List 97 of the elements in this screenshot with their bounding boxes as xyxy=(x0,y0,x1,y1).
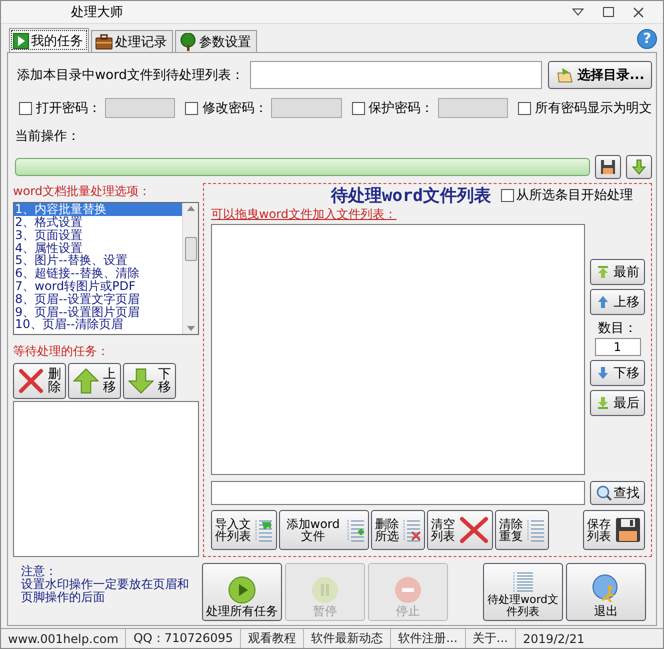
list-item[interactable]: 6、超链接--替换、清除 xyxy=(14,267,182,280)
action-button[interactable]: 添加word文件 xyxy=(279,510,369,550)
options-label: word文档批量处理选项： xyxy=(13,183,152,200)
password-label: 保护密码： xyxy=(368,100,434,118)
task-button[interactable]: 删除 xyxy=(13,363,66,400)
tab[interactable]: 我的任务 xyxy=(9,28,89,52)
run-button[interactable]: 待处理word文件列表 xyxy=(483,563,563,622)
password-field[interactable] xyxy=(438,98,508,118)
up-arrow-icon xyxy=(73,368,99,394)
select-directory-button[interactable]: 选择目录... xyxy=(548,61,652,90)
checkbox[interactable] xyxy=(19,102,32,115)
stop-icon xyxy=(394,576,422,604)
list-item[interactable]: 7、word转图片或PDF xyxy=(14,280,182,293)
list-item[interactable]: 9、页眉--设置图片页眉 xyxy=(14,306,182,318)
password-label: 修改密码： xyxy=(202,100,268,118)
run-button: 停止 xyxy=(368,563,448,622)
list-cross-icon xyxy=(403,517,421,544)
current-operation-label: 当前操作： xyxy=(15,128,81,146)
list-item[interactable]: 1、内容批量替换 xyxy=(14,203,182,216)
directory-field[interactable] xyxy=(250,61,542,90)
list-item[interactable]: 5、图片--替换、设置 xyxy=(14,254,182,268)
pause-icon xyxy=(311,576,339,604)
list-arrow-icon xyxy=(255,517,273,544)
move-button[interactable]: 下移 xyxy=(590,360,645,386)
list-item[interactable]: 4、属性设置 xyxy=(14,242,182,254)
directory-label: 添加本目录中word文件到待处理列表： xyxy=(17,67,244,84)
list-icon xyxy=(527,517,545,544)
scroll-down-icon xyxy=(186,326,194,332)
cross-icon xyxy=(18,368,44,394)
window-title: 处理大师 xyxy=(71,4,124,22)
password-label: 打开密码： xyxy=(36,100,101,118)
tab[interactable]: 参数设置 xyxy=(175,30,257,52)
action-button[interactable]: 保存列表 xyxy=(583,510,645,550)
status-text: 软件最新动态 xyxy=(304,629,392,648)
run-button[interactable]: 退出 xyxy=(566,563,646,622)
show-plain-label: 所有密码显示为明文 xyxy=(534,100,652,118)
play-icon xyxy=(228,576,256,604)
list-item[interactable]: 2、格式设置 xyxy=(14,216,182,229)
status-text: www.001help.com xyxy=(1,629,126,648)
checkbox[interactable] xyxy=(500,188,514,202)
status-text: QQ：710726095 xyxy=(126,629,242,648)
top-arrow-icon xyxy=(596,265,610,280)
tree-icon xyxy=(179,32,197,51)
checkbox[interactable] xyxy=(185,102,198,115)
status-text: 软件注册... xyxy=(391,629,466,648)
task-button[interactable]: 下移 xyxy=(123,363,176,400)
task-button[interactable]: 上移 xyxy=(68,363,121,400)
action-button[interactable]: 导入文件列表 xyxy=(211,510,277,550)
tab[interactable]: 处理记录 xyxy=(91,30,173,52)
move-button[interactable]: 上移 xyxy=(590,289,645,316)
download-button[interactable] xyxy=(626,155,652,180)
checkbox[interactable] xyxy=(518,102,531,115)
save-button[interactable] xyxy=(595,155,621,180)
action-button[interactable]: 清除重复 xyxy=(495,510,549,550)
note-text: 设置水印操作一定要放在页眉和页脚操作的后面 xyxy=(21,578,190,604)
maximize-icon xyxy=(602,7,614,18)
up-arrow-icon xyxy=(596,295,610,310)
pending-tasks-label: 等待处理的任务： xyxy=(13,343,110,360)
down-arrow-icon xyxy=(631,159,647,176)
list-item[interactable]: 8、页眉--设置文字页眉 xyxy=(14,292,182,306)
from-selected-label: 从所选条目开始处理 xyxy=(516,187,633,204)
down-arrow-icon xyxy=(596,366,610,380)
down-arrow-icon xyxy=(128,368,154,394)
checkbox[interactable] xyxy=(352,102,365,115)
count-field[interactable]: 1 xyxy=(594,338,640,356)
list-icon xyxy=(512,571,534,594)
list-plus-icon xyxy=(347,517,365,544)
folder-arrow-icon xyxy=(556,67,574,84)
count-label: 数目： xyxy=(598,320,637,338)
list-item[interactable]: 10、页眉--清除页眉 xyxy=(14,318,182,332)
play-icon xyxy=(13,32,29,49)
password-field[interactable] xyxy=(105,98,176,118)
status-text: 2019/2/21 xyxy=(522,630,586,648)
action-button[interactable]: 删除所选 xyxy=(371,510,425,550)
note-title: 注意： xyxy=(21,565,58,578)
status-text: 关于... xyxy=(466,629,516,648)
password-field[interactable] xyxy=(271,98,342,118)
scrollbar-thumb[interactable] xyxy=(184,236,196,261)
run-button[interactable]: 处理所有任务 xyxy=(202,563,282,622)
search-button[interactable]: 查找 xyxy=(590,481,645,506)
search-field[interactable] xyxy=(211,481,585,506)
run-button: 暂停 xyxy=(285,563,365,622)
scroll-up-icon xyxy=(186,206,194,212)
briefcase-icon xyxy=(95,34,113,50)
scrollbar[interactable] xyxy=(182,203,198,334)
action-button[interactable]: 清空列表 xyxy=(427,510,493,550)
bottom-arrow-icon xyxy=(596,396,610,410)
list-item[interactable]: 3、页面设置 xyxy=(14,228,182,242)
search-icon xyxy=(596,485,612,502)
file-list-title: 待处理word文件列表 xyxy=(331,184,491,207)
close-icon xyxy=(632,6,644,18)
drag-hint: 可以拖曳word文件加入文件列表： xyxy=(211,206,398,224)
dropdown-triangle-icon xyxy=(572,8,584,16)
move-button[interactable]: 最后 xyxy=(590,390,645,416)
status-text: 观看教程 xyxy=(241,629,304,648)
cross-icon xyxy=(459,516,489,544)
move-button[interactable]: 最前 xyxy=(590,259,645,286)
